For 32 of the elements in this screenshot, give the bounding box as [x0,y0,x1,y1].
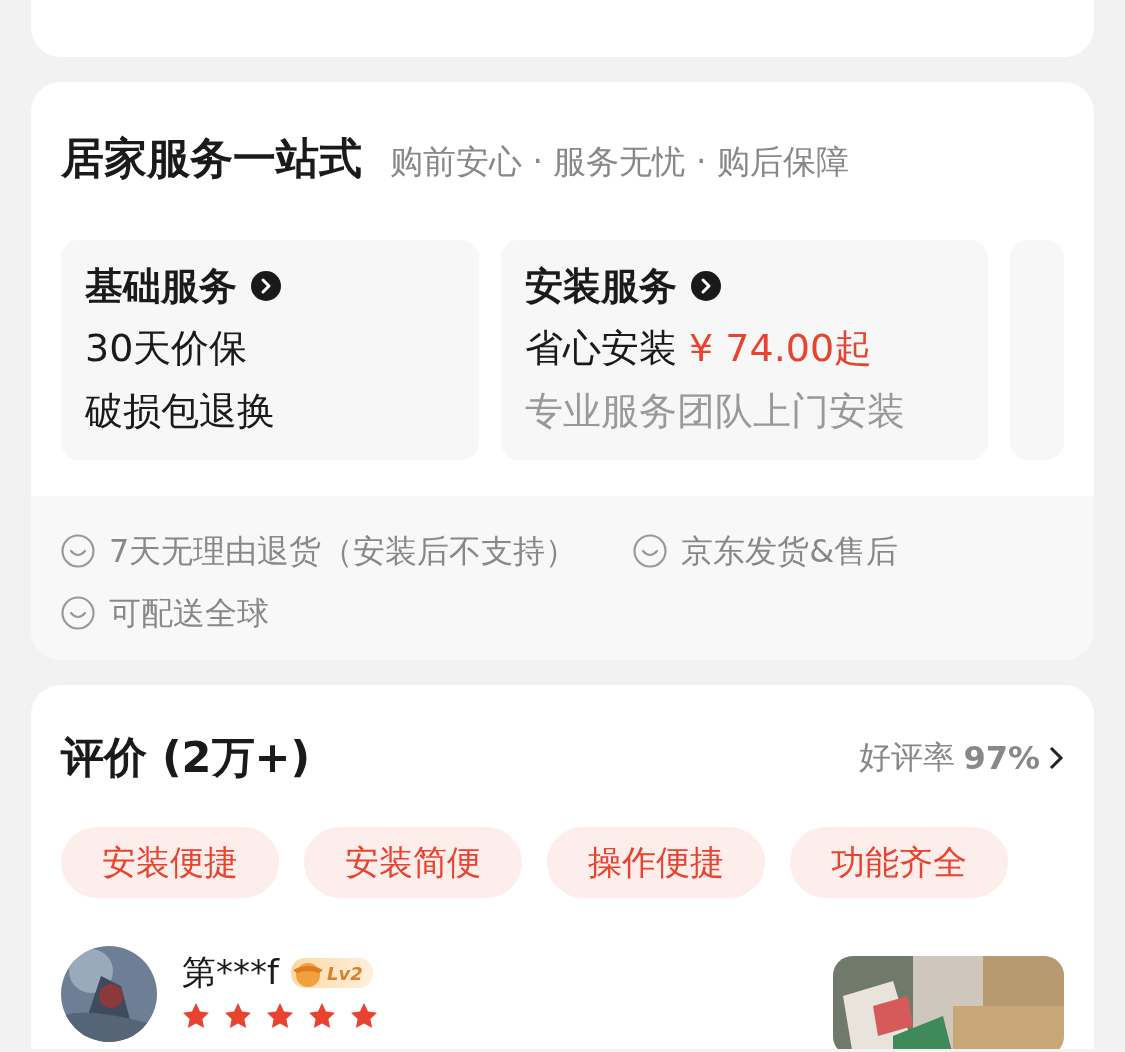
service-card[interactable]: 基础服务 30天价保 破损包退换 [61,240,479,460]
service-description: 专业服务团队上门安装 [525,388,906,435]
section-title: 居家服务一站式 [61,132,362,185]
reviews-title: 评价 (2万+) [61,731,311,784]
chevron-icon [1048,745,1064,771]
guarantee-text: 京东发货&售后 [681,532,899,570]
service-name: 安装服务 [525,263,677,310]
service-card[interactable]: 安装服务 省心安装 ¥ 74.00起 专业服务团队上门安装 [501,240,988,460]
smiley-icon [61,534,95,568]
service-name: 基础服务 [85,263,237,310]
rating-link[interactable]: 好评率 97% [859,736,1064,780]
star-icon [182,1002,210,1029]
chevron-icon [691,271,721,301]
review-tag[interactable]: 功能齐全 [790,827,1008,898]
guarantee-text: 7天无理由退货（安装后不支持） [109,532,578,570]
service-price-line: 省心安装 ¥ 74.00起 [525,325,874,372]
section-subtitle: 购前安心 · 服务无忧 · 购后保障 [390,141,849,183]
star-icon [350,1002,378,1029]
guarantee-text: 可配送全球 [109,594,269,632]
star-icon [308,1002,336,1029]
level-badge: Lv2 [291,958,373,988]
smiley-icon [633,534,668,568]
smiley-icon [61,596,95,630]
chevron-icon [251,271,281,301]
review-tag[interactable]: 操作便捷 [547,827,765,898]
star-icon [224,1002,252,1029]
review-tag[interactable]: 安装简便 [304,827,522,898]
reviewer-name: 第***f [182,951,279,994]
review-tag[interactable]: 安装便捷 [61,827,279,898]
star-icon [266,1002,294,1029]
service-feature: 破损包退换 [85,388,276,435]
service-feature: 30天价保 [85,325,249,372]
